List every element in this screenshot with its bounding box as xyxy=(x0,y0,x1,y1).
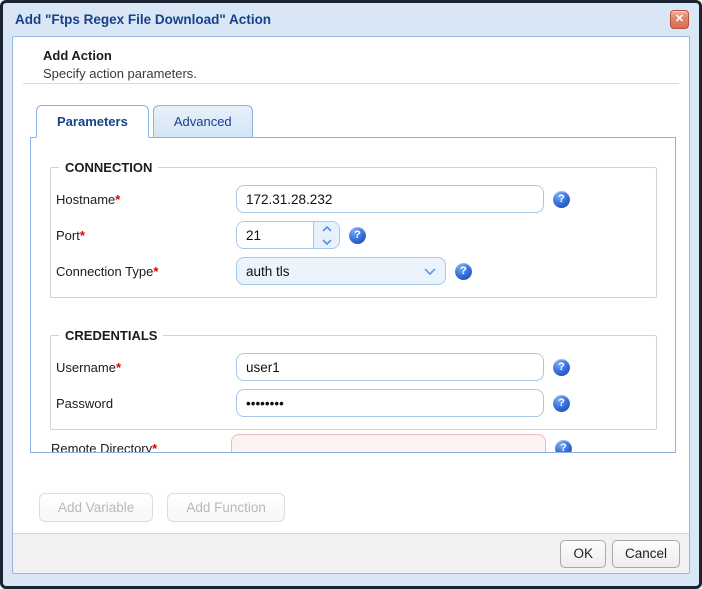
add-variable-button[interactable]: Add Variable xyxy=(39,493,154,522)
parameters-tab-panel: CONNECTION Hostname* ? Port* xyxy=(30,137,676,453)
wizard-header: Add Action Specify action parameters. xyxy=(43,48,669,81)
tab-advanced[interactable]: Advanced xyxy=(152,105,253,138)
dialog-footer: OK Cancel xyxy=(13,533,689,573)
add-action-dialog: Add "Ftps Regex File Download" Action ✕ … xyxy=(0,0,702,589)
password-row: Password ? xyxy=(55,389,644,417)
required-marker: * xyxy=(115,359,122,375)
wizard-header-title: Add Action xyxy=(43,48,112,63)
help-icon[interactable]: ? xyxy=(553,394,570,412)
tab-parameters[interactable]: Parameters xyxy=(36,105,149,138)
port-label: Port* xyxy=(56,227,85,243)
username-input[interactable] xyxy=(236,353,544,381)
spinner-down-icon[interactable] xyxy=(314,235,339,248)
credentials-fieldset: CREDENTIALS Username* ? Password ? xyxy=(50,328,657,430)
required-marker: * xyxy=(152,440,158,453)
port-stepper xyxy=(236,221,340,249)
username-row: Username* ? xyxy=(55,353,644,381)
insert-toolbar: Add Variable Add Function xyxy=(39,493,285,522)
help-icon[interactable]: ? xyxy=(555,439,572,452)
connection-type-row: Connection Type* auth tls ? xyxy=(55,257,644,285)
connection-type-label: Connection Type* xyxy=(56,263,159,279)
connection-fieldset: CONNECTION Hostname* ? Port* xyxy=(50,160,657,298)
wizard-header-subtitle: Specify action parameters. xyxy=(43,66,197,81)
connection-type-value: auth tls xyxy=(246,263,290,279)
ok-button[interactable]: OK xyxy=(560,539,606,568)
dialog-body-panel: Add Action Specify action parameters. Pa… xyxy=(12,36,690,574)
help-icon[interactable]: ? xyxy=(455,262,472,280)
cancel-button[interactable]: Cancel xyxy=(611,539,680,568)
header-divider xyxy=(23,83,679,84)
username-label: Username* xyxy=(56,359,122,375)
password-input[interactable] xyxy=(236,389,544,417)
dialog-title-bar[interactable]: Add "Ftps Regex File Download" Action ✕ xyxy=(3,3,699,36)
hostname-row: Hostname* ? xyxy=(55,185,644,213)
credentials-legend: CREDENTIALS xyxy=(65,328,158,343)
remote-directory-row: Remote Directory* ? xyxy=(50,434,657,453)
help-icon[interactable]: ? xyxy=(553,358,570,376)
close-icon[interactable]: ✕ xyxy=(670,10,689,29)
remote-directory-input[interactable] xyxy=(231,434,546,452)
port-row: Port* ? xyxy=(55,221,644,249)
required-marker: * xyxy=(153,263,159,279)
password-label: Password xyxy=(56,395,114,411)
hostname-label: Hostname* xyxy=(56,191,121,207)
required-marker: * xyxy=(115,191,121,207)
port-input[interactable] xyxy=(237,222,313,248)
hostname-input[interactable] xyxy=(236,185,544,213)
port-spinner-buttons xyxy=(313,222,339,248)
connection-type-select[interactable]: auth tls xyxy=(236,257,446,285)
spinner-up-icon[interactable] xyxy=(314,222,339,235)
required-marker: * xyxy=(79,227,85,243)
dialog-title: Add "Ftps Regex File Download" Action xyxy=(15,12,272,27)
help-icon[interactable]: ? xyxy=(349,226,366,244)
chevron-down-icon xyxy=(424,267,436,275)
tab-strip: Parameters Advanced xyxy=(36,105,257,138)
help-icon[interactable]: ? xyxy=(553,190,570,208)
remote-directory-label: Remote Directory* xyxy=(50,440,231,453)
connection-legend: CONNECTION xyxy=(65,160,153,175)
add-function-button[interactable]: Add Function xyxy=(167,493,285,522)
